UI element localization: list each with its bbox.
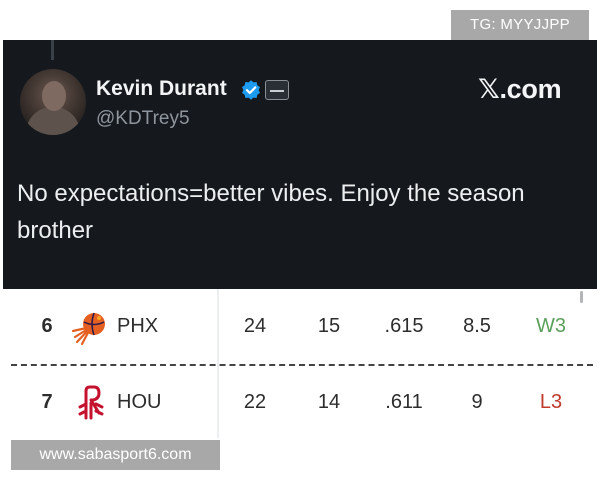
watermark-label-bottom: www.sabasport6.com xyxy=(11,440,220,470)
watermark-label-top: TG: MYYJJPP xyxy=(451,10,589,40)
rank-cell: 7 xyxy=(41,391,53,413)
verified-badge-icon xyxy=(242,80,260,100)
avatar[interactable] xyxy=(20,69,86,135)
table-row[interactable]: 7 HOU 22 14 .611 9 L3 xyxy=(3,365,597,439)
thread-line xyxy=(51,40,54,60)
x-com-logo: 𝕏.com xyxy=(478,74,562,104)
user-handle[interactable]: @KDTrey5 xyxy=(96,108,190,130)
games-back-cell: 8.5 xyxy=(463,315,491,337)
wins-cell: 22 xyxy=(243,391,267,413)
tweet-text: No expectations=better vibes. Enjoy the … xyxy=(17,180,525,244)
wins-cell: 24 xyxy=(243,315,267,337)
team-abbr: HOU xyxy=(117,391,162,413)
display-name[interactable]: Kevin Durant xyxy=(96,77,227,101)
tweet-card[interactable]: Kevin Durant @KDTrey5 𝕏.com No expectati… xyxy=(3,40,597,289)
losses-cell: 15 xyxy=(317,315,341,337)
win-pct-cell: .615 xyxy=(384,315,424,337)
losses-cell: 14 xyxy=(317,391,341,413)
suns-logo-icon xyxy=(71,312,105,346)
standings-table: 6 PHX 24 15 .615 8.5 W3 7 HOU 22 14 .611… xyxy=(3,289,597,438)
affiliate-badge-icon xyxy=(265,80,289,100)
games-back-cell: 9 xyxy=(471,391,483,413)
streak-cell: W3 xyxy=(536,315,566,337)
win-pct-cell: .611 xyxy=(385,391,423,413)
rockets-logo-icon xyxy=(78,385,104,420)
rank-cell: 6 xyxy=(41,315,53,337)
streak-cell: L3 xyxy=(539,391,563,413)
team-abbr: PHX xyxy=(117,315,159,337)
table-row[interactable]: 6 PHX 24 15 .615 8.5 W3 xyxy=(3,289,597,363)
